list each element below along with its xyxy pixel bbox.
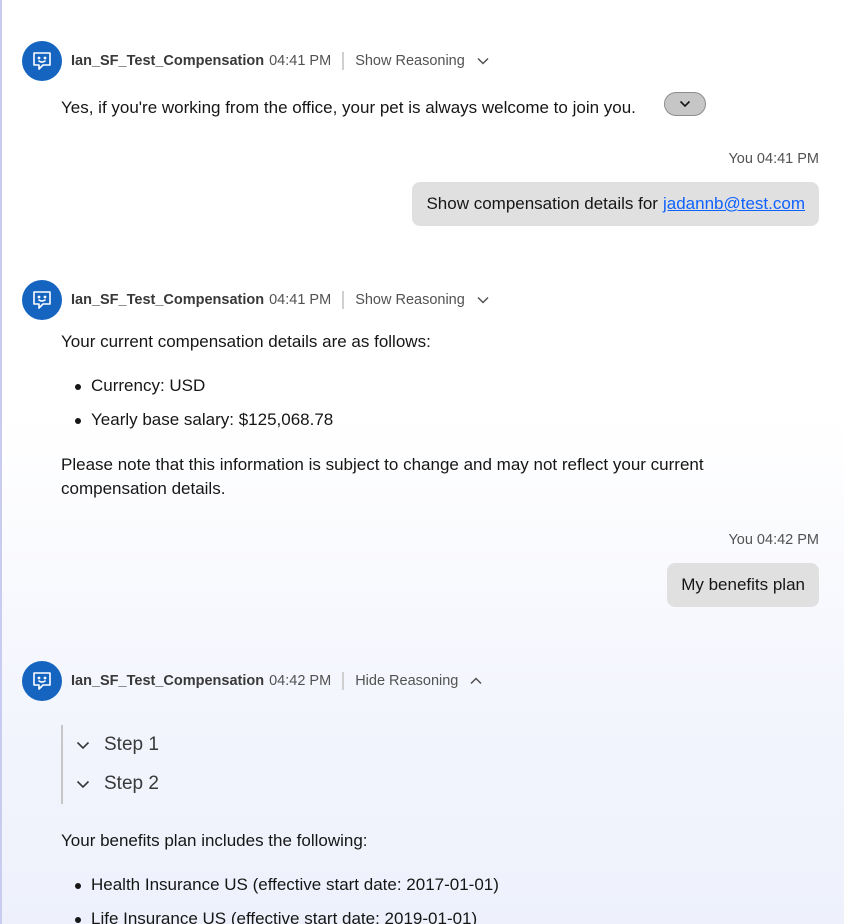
user-message-bubble: Show compensation details for jadannb@te… [412,182,819,226]
bot-message-intro: Your current compensation details are as… [61,332,431,351]
bot-avatar [22,280,62,320]
bot-message-note: Please note that this information is sub… [61,455,704,498]
list-item: Yearly base salary: $125,068.78 [61,408,333,432]
bot-name: Ian_SF_Test_Compensation [71,292,265,308]
bot-message-header: Ian_SF_Test_Compensation 04:42 PM Hide R… [22,661,483,701]
bot-avatar [22,661,62,701]
compensation-list: Currency: USD Yearly base salary: $125,0… [61,374,333,432]
chat-bot-icon [33,291,51,309]
reasoning-toggle-label: Hide Reasoning [355,673,459,689]
header-divider [342,672,345,690]
list-item: Health Insurance US (effective start dat… [61,873,499,897]
bot-avatar [22,41,62,81]
chevron-down-icon [679,100,691,108]
bot-message-intro: Your benefits plan includes the followin… [61,831,368,850]
user-message-text: My benefits plan [681,575,805,594]
show-reasoning-toggle[interactable]: Show Reasoning [355,53,490,69]
chevron-down-icon [477,296,489,304]
chevron-down-icon [76,741,90,749]
header-divider [342,52,345,70]
collapse-message-button[interactable] [664,92,706,116]
user-message-meta: You 04:41 PM [728,151,819,167]
reasoning-step-1[interactable]: Step 1 [75,725,159,764]
bot-message-header: Ian_SF_Test_Compensation 04:41 PM Show R… [22,280,490,320]
chat-bot-icon [33,52,51,70]
header-divider [342,291,345,309]
user-message-text: Show compensation details for [426,194,658,213]
email-link[interactable]: jadannb@test.com [663,194,805,214]
message-time: 04:41 PM [269,292,332,308]
message-time: 04:42 PM [269,673,332,689]
chevron-down-icon [477,57,489,65]
show-reasoning-toggle[interactable]: Show Reasoning [355,292,490,308]
chat-bot-icon [33,672,51,690]
bot-message-header: Ian_SF_Test_Compensation 04:41 PM Show R… [22,41,490,81]
benefits-list: Health Insurance US (effective start dat… [61,873,499,924]
hide-reasoning-toggle[interactable]: Hide Reasoning [355,673,483,689]
step-label: Step 1 [104,733,159,755]
reasoning-steps: Step 1 Step 2 [61,725,159,804]
reasoning-toggle-label: Show Reasoning [355,292,465,308]
chevron-down-icon [76,780,90,788]
step-label: Step 2 [104,772,159,794]
reasoning-toggle-label: Show Reasoning [355,53,465,69]
chevron-up-icon [470,677,482,685]
reasoning-step-2[interactable]: Step 2 [75,764,159,803]
list-item: Life Insurance US (effective start date:… [61,907,499,924]
user-message-bubble: My benefits plan [667,563,819,607]
list-item: Currency: USD [61,374,333,398]
conversation-rule [0,0,2,924]
bot-name: Ian_SF_Test_Compensation [71,673,265,689]
user-message-meta: You 04:42 PM [728,532,819,548]
bot-name: Ian_SF_Test_Compensation [71,53,265,69]
message-time: 04:41 PM [269,53,332,69]
bot-message-text: Yes, if you're working from the office, … [61,98,636,117]
